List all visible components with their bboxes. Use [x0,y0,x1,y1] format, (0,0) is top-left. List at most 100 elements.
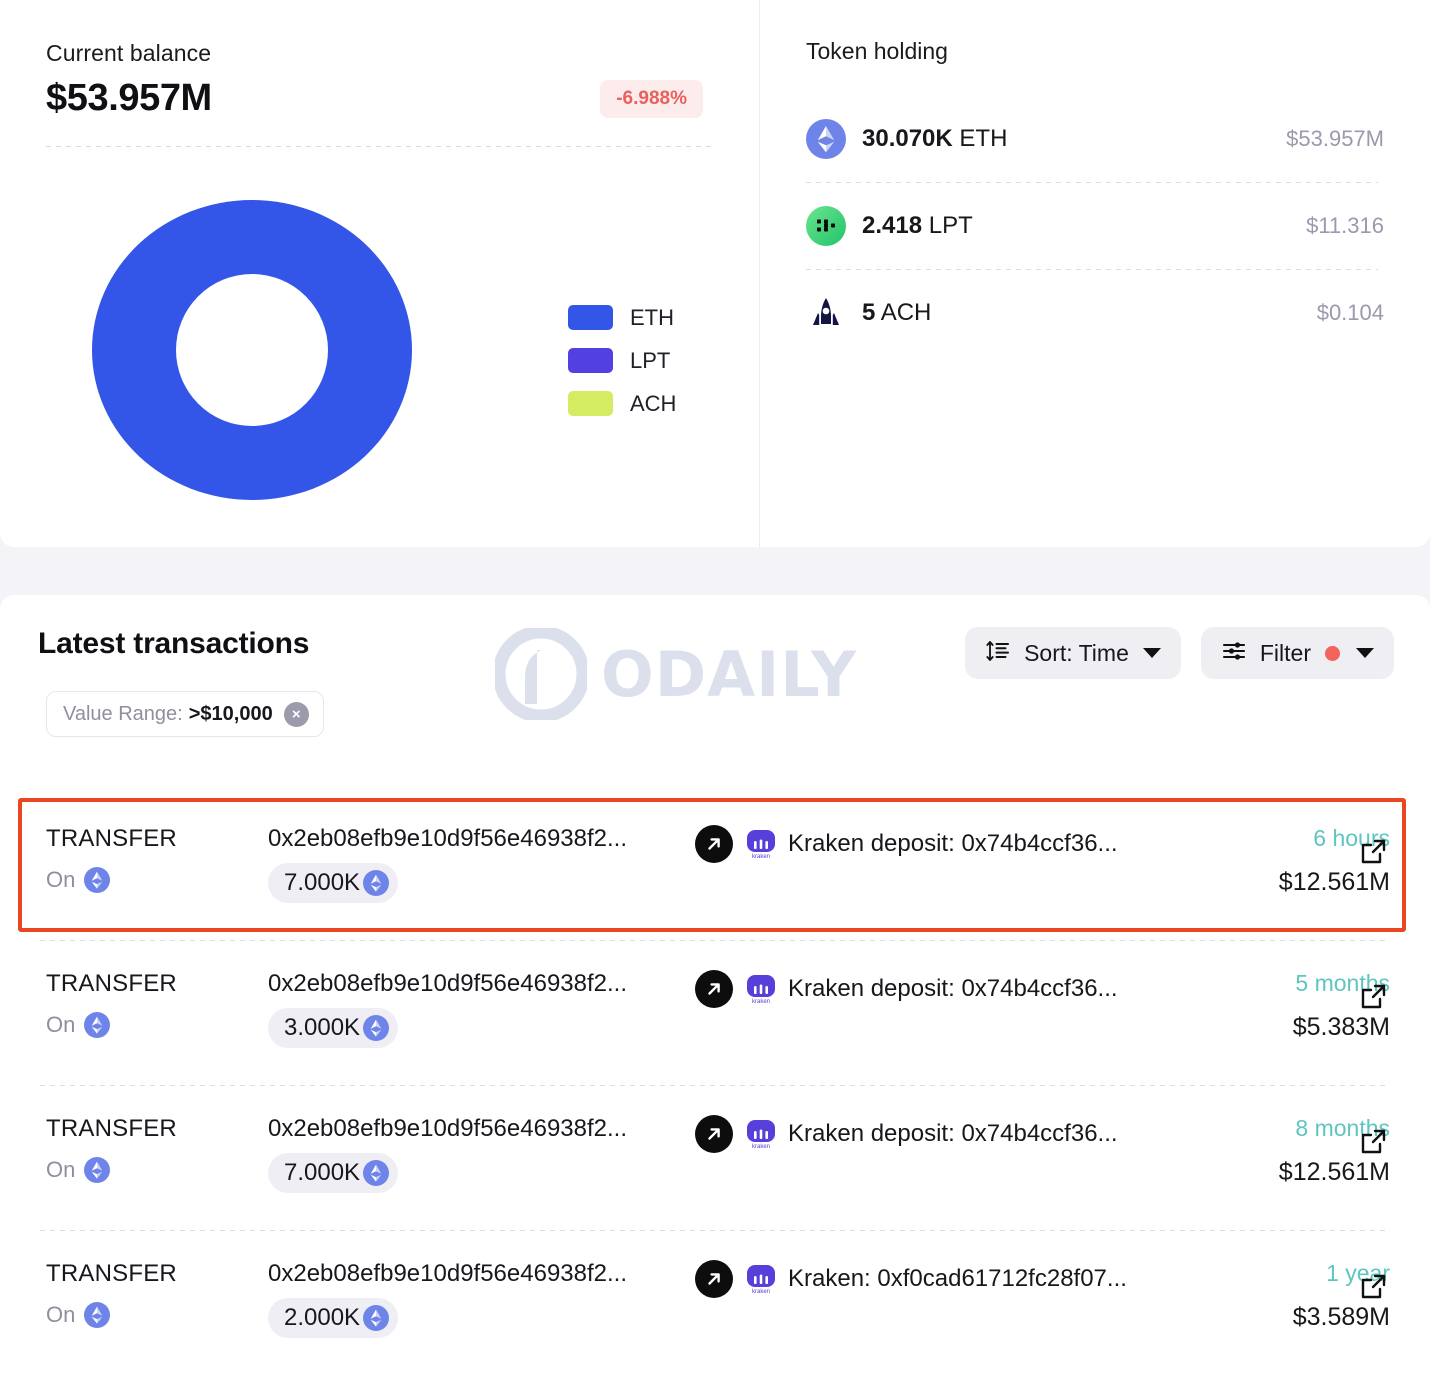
current-balance-panel: Current balance $53.957M -6.988% ETH LPT [0,0,760,547]
tx-usd-value: $5.383M [1292,1013,1390,1041]
tx-type: TRANSFER [46,1260,177,1287]
tx-amount-pill: 7.000K [268,863,399,903]
svg-text:kraken: kraken [752,1289,770,1295]
tx-amount: 7.000K [284,1159,361,1186]
current-balance-label: Current balance [46,40,212,66]
legend-swatch-eth [568,305,613,330]
eth-token-icon [806,118,846,159]
legend-label-lpt: LPT [630,347,671,373]
filter-button-label: Filter [1259,639,1311,666]
tx-usd-value: $12.561M [1278,868,1390,896]
token-row-ach[interactable]: 5 ACH $0.104 [806,269,1384,356]
token-holding-list: 30.070K ETH $53.957M 2.418 LPT $11.316 5… [806,95,1384,356]
eth-chain-icon [84,867,111,893]
chevron-down-icon[interactable] [1356,648,1374,658]
value-range-filter-chip[interactable]: Value Range: >$10,000 × [46,691,324,737]
token-value-eth: $53.957M [1286,125,1384,151]
arrow-up-right-icon [695,970,733,1008]
filter-active-dot [1325,645,1340,661]
tx-to-cell[interactable]: kraken Kraken deposit: 0x74b4ccf36... [695,970,1118,1008]
transactions-header: Latest transactions Value Range: >$10,00… [0,595,1430,737]
legend-swatch-ach [568,391,613,416]
token-value-ach: $0.104 [1316,299,1384,325]
current-balance-amount: $53.957M [46,77,212,119]
external-link-icon[interactable] [1358,1272,1388,1307]
ach-token-icon [806,293,846,333]
token-amount-ach: 5 ACH [862,298,932,326]
chip-key: Value Range: [63,702,183,725]
balance-change-badge: -6.988% [600,79,703,118]
chevron-down-icon[interactable] [1142,648,1161,658]
token-amount-eth: 30.070K ETH [862,124,1008,152]
tx-on-label: On [46,1012,76,1037]
kraken-icon: kraken [745,973,777,1005]
eth-token-icon [363,1015,390,1041]
tx-usd-value: $12.561M [1278,1158,1390,1186]
sort-button[interactable]: Sort: Time [965,627,1181,679]
legend-label-ach: ACH [630,390,677,416]
tx-to-address: Kraken: 0xf0cad61712fc28f07... [788,1265,1127,1292]
arrow-up-right-icon [695,825,733,863]
table-row[interactable]: TRANSFER On 0x2eb08efb9e10d9f56e46938f2.… [0,940,1430,1085]
filter-button[interactable]: Filter [1200,627,1394,679]
tx-to-cell[interactable]: kraken Kraken: 0xf0cad61712fc28f07... [695,1260,1127,1298]
tx-from-cell[interactable]: 0x2eb08efb9e10d9f56e46938f2... 7.000K [268,1115,627,1193]
tx-amount: 2.000K [284,1304,361,1331]
legend-item-lpt[interactable]: LPT [568,339,676,382]
tx-on-label: On [46,867,76,892]
table-row[interactable]: TRANSFER On 0x2eb08efb9e10d9f56e46938f2.… [0,1085,1430,1230]
external-link-icon[interactable] [1358,982,1388,1017]
table-row[interactable]: TRANSFER On 0x2eb08efb9e10d9f56e46938f2.… [0,1230,1430,1375]
arrow-up-right-icon [695,1260,733,1298]
tx-from-address: 0x2eb08efb9e10d9f56e46938f2... [268,825,628,852]
tx-type-cell: TRANSFER On [46,825,177,893]
eth-chain-icon [84,1302,111,1328]
tx-type-cell: TRANSFER On [46,1260,177,1328]
eth-token-icon [363,1160,390,1186]
tx-to-address: Kraken deposit: 0x74b4ccf36... [788,975,1118,1002]
wallet-portfolio-page: Current balance $53.957M -6.988% ETH LPT [0,0,1430,1378]
svg-text:kraken: kraken [752,1144,770,1150]
svg-text:kraken: kraken [752,854,770,860]
tx-from-cell[interactable]: 0x2eb08efb9e10d9f56e46938f2... 7.000K [268,825,627,903]
legend-item-ach[interactable]: ACH [568,382,676,425]
close-icon[interactable]: × [283,701,309,727]
tx-amount-pill: 3.000K [268,1008,399,1048]
tx-amount: 7.000K [284,869,361,896]
tx-on-label: On [46,1157,76,1182]
tx-type: TRANSFER [46,970,177,997]
chip-value: >$10,000 [188,702,273,725]
transactions-controls: Sort: Time Filter [965,627,1394,679]
eth-chain-icon [84,1012,111,1038]
tx-from-address: 0x2eb08efb9e10d9f56e46938f2... [268,1115,628,1142]
token-amount-lpt: 2.418 LPT [862,211,973,239]
tx-amount: 3.000K [284,1014,361,1041]
tx-to-address: Kraken deposit: 0x74b4ccf36... [788,1120,1118,1147]
eth-token-icon [363,1305,390,1331]
external-link-icon[interactable] [1358,837,1388,872]
tx-chain: On [46,1302,177,1328]
arrow-up-right-icon [695,1115,733,1153]
token-holding-panel: Token holding 30.070K ETH $53.957M 2.418… [760,0,1430,547]
filter-icon [1221,638,1247,669]
tx-from-cell[interactable]: 0x2eb08efb9e10d9f56e46938f2... 3.000K [268,970,627,1048]
sort-button-label: Sort: Time [1024,639,1129,666]
external-link-icon[interactable] [1358,1127,1388,1162]
token-row-eth[interactable]: 30.070K ETH $53.957M [806,95,1384,182]
tx-to-cell[interactable]: kraken Kraken deposit: 0x74b4ccf36... [695,825,1118,863]
tx-amount-pill: 2.000K [268,1298,399,1338]
tx-amount-pill: 7.000K [268,1153,399,1193]
tx-to-address: Kraken deposit: 0x74b4ccf36... [788,830,1118,857]
token-row-lpt[interactable]: 2.418 LPT $11.316 [806,182,1384,269]
svg-text:kraken: kraken [752,999,770,1005]
tx-to-cell[interactable]: kraken Kraken deposit: 0x74b4ccf36... [695,1115,1118,1153]
table-row[interactable]: TRANSFER On 0x2eb08efb9e10d9f56e46938f2.… [0,795,1430,940]
tx-on-label: On [46,1302,76,1327]
legend-item-eth[interactable]: ETH [568,296,676,339]
donut-hole [176,274,328,426]
tx-from-address: 0x2eb08efb9e10d9f56e46938f2... [268,1260,628,1287]
tx-type-cell: TRANSFER On [46,1115,177,1183]
lpt-token-icon [806,205,846,246]
tx-from-cell[interactable]: 0x2eb08efb9e10d9f56e46938f2... 2.000K [268,1260,627,1338]
eth-chain-icon [84,1157,111,1183]
